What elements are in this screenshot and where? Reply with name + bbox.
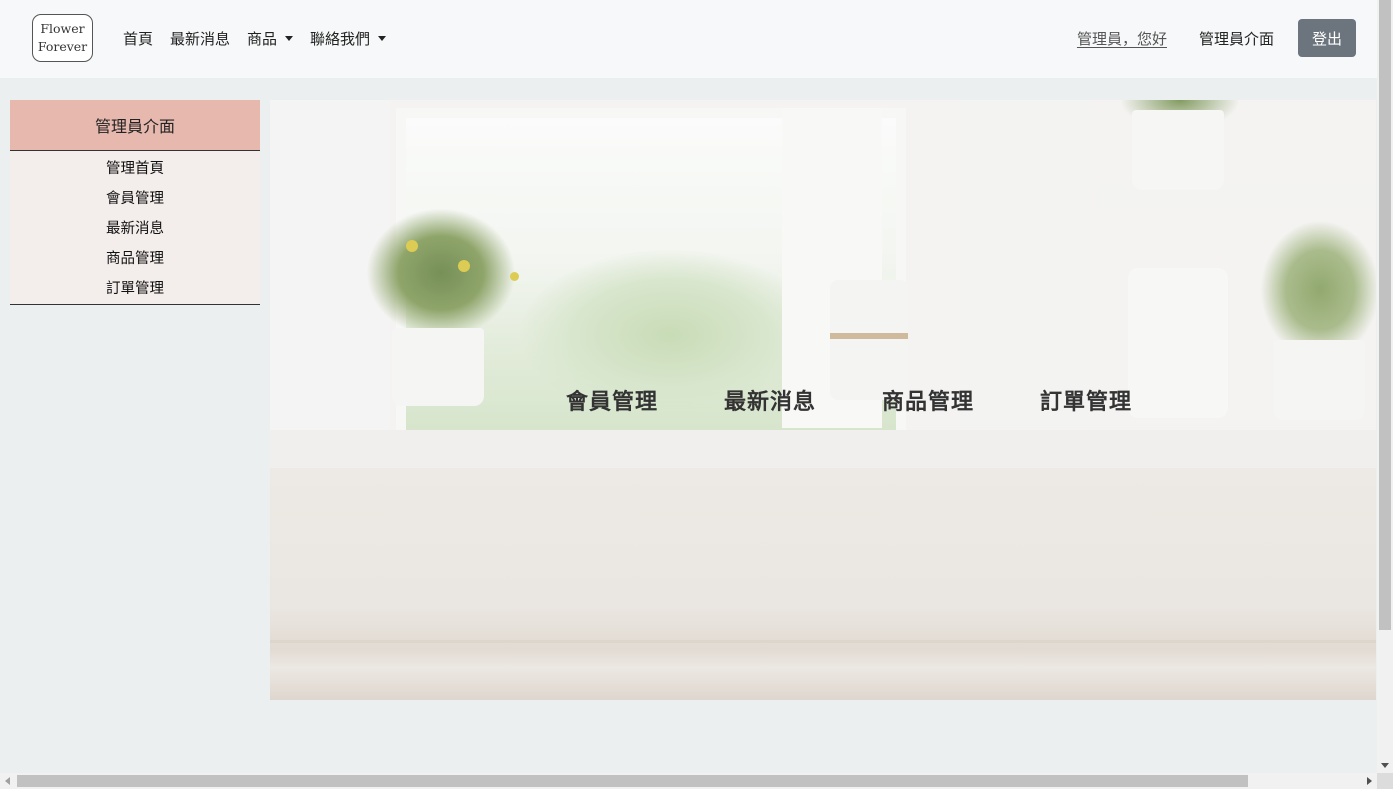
main-nav: 首頁 最新消息 商品 聯絡我們 [123, 28, 403, 49]
brand-logo[interactable]: Flower Forever [32, 14, 93, 62]
nav-products-label: 商品 [247, 30, 278, 48]
scroll-right-arrow-icon[interactable] [1367, 777, 1372, 785]
sidebar-title: 管理員介面 [10, 100, 260, 151]
sidebar-item-orders[interactable]: 訂單管理 [10, 272, 260, 302]
logo-line2: Forever [37, 39, 88, 54]
scroll-left-arrow-icon[interactable] [5, 777, 10, 785]
hero-link-orders[interactable]: 訂單管理 [1040, 384, 1132, 416]
horizontal-scrollbar[interactable] [0, 773, 1377, 789]
user-nav: 管理員，您好 管理員介面 登出 [1077, 19, 1356, 57]
sidebar-item-members[interactable]: 會員管理 [10, 182, 260, 212]
vertical-scrollbar[interactable] [1377, 0, 1393, 773]
hero-link-products[interactable]: 商品管理 [882, 384, 974, 416]
caret-down-icon [378, 36, 387, 41]
hero-link-news[interactable]: 最新消息 [724, 384, 816, 416]
nav-contact-label: 聯絡我們 [310, 30, 371, 48]
sidebar-item-products[interactable]: 商品管理 [10, 242, 260, 272]
sidebar-menu: 管理首頁 會員管理 最新消息 商品管理 訂單管理 [10, 151, 260, 305]
vertical-scrollbar-thumb[interactable] [1379, 0, 1391, 630]
nav-home-link[interactable]: 首頁 [123, 28, 153, 49]
logo-line1: Flower [40, 21, 85, 36]
hero-link-members[interactable]: 會員管理 [566, 384, 658, 416]
top-navbar: Flower Forever 首頁 最新消息 商品 聯絡我們 管理員，您好 管理… [0, 0, 1377, 78]
caret-down-icon [285, 36, 294, 41]
admin-panel-link[interactable]: 管理員介面 [1199, 28, 1274, 49]
nav-news-link[interactable]: 最新消息 [170, 28, 230, 49]
logout-button[interactable]: 登出 [1298, 19, 1356, 57]
scroll-down-arrow-icon[interactable] [1381, 763, 1389, 768]
sidebar-item-admin-home[interactable]: 管理首頁 [10, 152, 260, 182]
nav-products-dropdown[interactable]: 商品 [247, 28, 294, 49]
admin-sidebar: 管理員介面 管理首頁 會員管理 最新消息 商品管理 訂單管理 [10, 100, 260, 305]
hero-banner: 會員管理 最新消息 商品管理 訂單管理 [270, 100, 1376, 700]
admin-greeting-link[interactable]: 管理員，您好 [1077, 28, 1167, 49]
horizontal-scrollbar-thumb[interactable] [17, 775, 1248, 787]
hero-quick-links: 會員管理 最新消息 商品管理 訂單管理 [566, 384, 1198, 416]
sidebar-item-news[interactable]: 最新消息 [10, 212, 260, 242]
nav-contact-dropdown[interactable]: 聯絡我們 [310, 28, 387, 49]
scrollbar-corner [1377, 773, 1393, 789]
